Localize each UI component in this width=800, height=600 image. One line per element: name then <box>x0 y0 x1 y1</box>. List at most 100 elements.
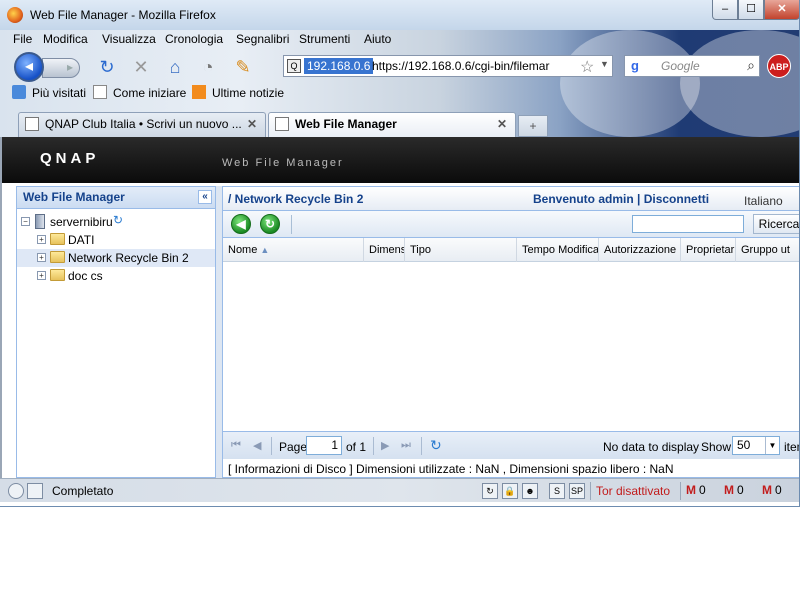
menu-cronologia[interactable]: Cronologia <box>165 32 223 46</box>
bookmark-star-icon[interactable]: ☆ <box>580 57 594 77</box>
sync-icon[interactable]: ↻ <box>482 483 498 499</box>
next-page-icon[interactable]: ▶ <box>381 439 389 452</box>
file-toolbar: ◀ ↻ Ricerca <box>223 211 799 238</box>
history-dropdown-icon[interactable]: ◔ <box>197 56 219 78</box>
expand-toggle-icon[interactable]: + <box>37 271 46 280</box>
tree-panel: Web File Manager « − servernibiru ↻ + DA… <box>16 186 216 478</box>
tab-web-file-manager[interactable]: Web File Manager ✕ <box>268 112 516 137</box>
welcome-logout-link[interactable]: Benvenuto admin | Disconnetti <box>533 192 709 206</box>
adblock-icon[interactable]: ABP <box>767 54 791 78</box>
tree-node-server[interactable]: − servernibiru ↻ <box>17 213 215 231</box>
expand-toggle-icon[interactable]: + <box>37 235 46 244</box>
items-label: item <box>784 440 799 454</box>
collapse-toggle-icon[interactable]: − <box>21 217 30 226</box>
current-path: / Network Recycle Bin 2 <box>228 192 364 206</box>
sp-addon-icon[interactable]: SP <box>569 483 585 499</box>
site-identity-badge[interactable]: 192.168.0.6 <box>304 58 374 74</box>
page-icon <box>93 85 107 99</box>
search-bar[interactable]: g Google ⌕ <box>624 55 760 77</box>
bookmark-piu-visitati[interactable]: Più visitati <box>12 85 86 101</box>
new-tab-button[interactable]: + <box>518 115 548 137</box>
no-data-label: No data to display <box>603 440 700 454</box>
address-bar[interactable]: Q 192.168.0.6 https://192.168.0.6/cgi-bi… <box>283 55 613 77</box>
page-size-select[interactable]: 50 ▼ <box>732 436 780 455</box>
last-page-icon[interactable]: ⏭ <box>401 439 411 452</box>
tree-panel-header: Web File Manager « <box>17 187 215 209</box>
column-header-tempo-modifica[interactable]: Tempo Modifica <box>517 238 599 262</box>
qnap-logo: QNAP <box>40 150 100 167</box>
refresh-folder-icon[interactable]: ↻ <box>260 214 280 234</box>
window-title: Web File Manager - Mozilla Firefox <box>30 8 216 22</box>
file-panel-header: / Network Recycle Bin 2 Benvenuto admin … <box>223 187 799 211</box>
gmail-notifier[interactable]: M0 <box>686 483 706 497</box>
navigation-bar: ▸ ◂ ↻ ✕ ⌂ ◔ ✎ Q 192.168.0.6 https://192.… <box>0 50 799 82</box>
column-label: Nome <box>228 244 258 256</box>
site-identity-icon[interactable]: Q <box>287 59 301 73</box>
menu-strumenti[interactable]: Strumenti <box>299 32 350 46</box>
menu-visualizza[interactable]: Visualizza <box>102 32 156 46</box>
app-subtitle: Web File Manager <box>222 157 344 169</box>
maximize-button[interactable]: ☐ <box>738 0 764 20</box>
lock-icon[interactable]: 🔒 <box>502 483 518 499</box>
menu-file[interactable]: File <box>13 32 32 46</box>
s-addon-icon[interactable]: S <box>549 483 565 499</box>
page-icon <box>25 117 39 131</box>
tor-status[interactable]: Tor disattivato <box>596 484 670 498</box>
gmail-notifier[interactable]: M0 <box>724 483 744 497</box>
menu-modifica[interactable]: Modifica <box>43 32 88 46</box>
url-dropdown-icon[interactable]: ▼ <box>600 59 609 69</box>
prev-page-icon[interactable]: ◀ <box>253 439 261 452</box>
pager-divider <box>373 437 374 455</box>
bookmark-come-iniziare[interactable]: Come iniziare <box>93 85 186 101</box>
tab-qnap-club[interactable]: QNAP Club Italia • Scrivi un nuovo ... ✕ <box>18 112 266 137</box>
file-search-input[interactable] <box>632 215 744 233</box>
tree-node-folder[interactable]: + doc cs <box>17 267 215 285</box>
bookmark-label: Come iniziare <box>113 86 187 100</box>
chevron-down-icon[interactable]: ▼ <box>765 437 779 454</box>
page-count-label: of 1 <box>346 440 367 454</box>
forward-button[interactable]: ▸ <box>42 58 80 78</box>
back-arrow-icon[interactable]: ◀ <box>231 214 251 234</box>
pencil-icon[interactable]: ✎ <box>232 56 254 78</box>
refresh-icon[interactable]: ↻ <box>113 213 123 227</box>
search-icon[interactable]: ⌕ <box>747 57 755 74</box>
gmail-notifier[interactable]: M0 <box>762 483 782 497</box>
stop-icon[interactable]: ✕ <box>130 56 152 78</box>
search-button[interactable]: Ricerca <box>753 214 799 234</box>
menu-aiuto[interactable]: Aiuto <box>364 32 391 46</box>
language-selector[interactable]: Italiano <box>744 194 783 208</box>
column-header-tipo[interactable]: Tipo <box>405 238 517 262</box>
tab-close-icon[interactable]: ✕ <box>497 113 507 135</box>
back-button[interactable]: ◂ <box>14 52 44 82</box>
column-header-nome[interactable]: Nome ▲ <box>223 238 364 262</box>
page-number-input[interactable]: 1 <box>306 436 342 455</box>
bookmark-label: Più visitati <box>32 86 87 100</box>
expand-toggle-icon[interactable]: + <box>37 253 46 262</box>
file-grid-header: Nome ▲ Dimens Tipo Tempo Modifica Autoriz… <box>223 238 799 262</box>
column-header-proprietario[interactable]: Proprietar <box>681 238 736 262</box>
gmail-icon: M <box>724 483 734 497</box>
column-header-gruppo[interactable]: Gruppo ut <box>736 238 799 262</box>
minimize-button[interactable]: ‒ <box>712 0 738 20</box>
close-button[interactable]: ✕ <box>764 0 799 20</box>
tree-node-folder-selected[interactable]: + Network Recycle Bin 2 <box>17 249 215 267</box>
tab-close-icon[interactable]: ✕ <box>247 113 257 135</box>
column-header-dimens[interactable]: Dimens <box>364 238 405 262</box>
home-icon[interactable]: ⌂ <box>164 56 186 78</box>
folder-icon <box>50 251 65 263</box>
addon-icon[interactable] <box>27 483 43 499</box>
menu-segnalibri[interactable]: Segnalibri <box>236 32 289 46</box>
spy-icon[interactable]: ☻ <box>522 483 538 499</box>
browser-status-bar: Completato ↻ 🔒 ☻ S SP Tor disattivato M0… <box>0 478 799 502</box>
paging-toolbar: ⏮ ◀ Page 1 of 1 ▶ ⏭ ↻ No data to display… <box>223 431 799 459</box>
first-page-icon[interactable]: ⏮ <box>231 439 241 452</box>
collapse-panel-button[interactable]: « <box>198 190 212 204</box>
reload-icon[interactable]: ↻ <box>96 56 118 78</box>
qnap-favicon-icon <box>275 117 289 131</box>
tree-node-folder[interactable]: + DATI <box>17 231 215 249</box>
bookmark-ultime-notizie[interactable]: Ultime notizie <box>192 85 284 101</box>
google-icon[interactable]: g <box>627 58 643 74</box>
refresh-icon[interactable]: ↻ <box>430 437 442 454</box>
url-text[interactable]: https://192.168.0.6/cgi-bin/filemar <box>372 59 562 73</box>
column-header-autorizzazione[interactable]: Autorizzazione <box>599 238 681 262</box>
